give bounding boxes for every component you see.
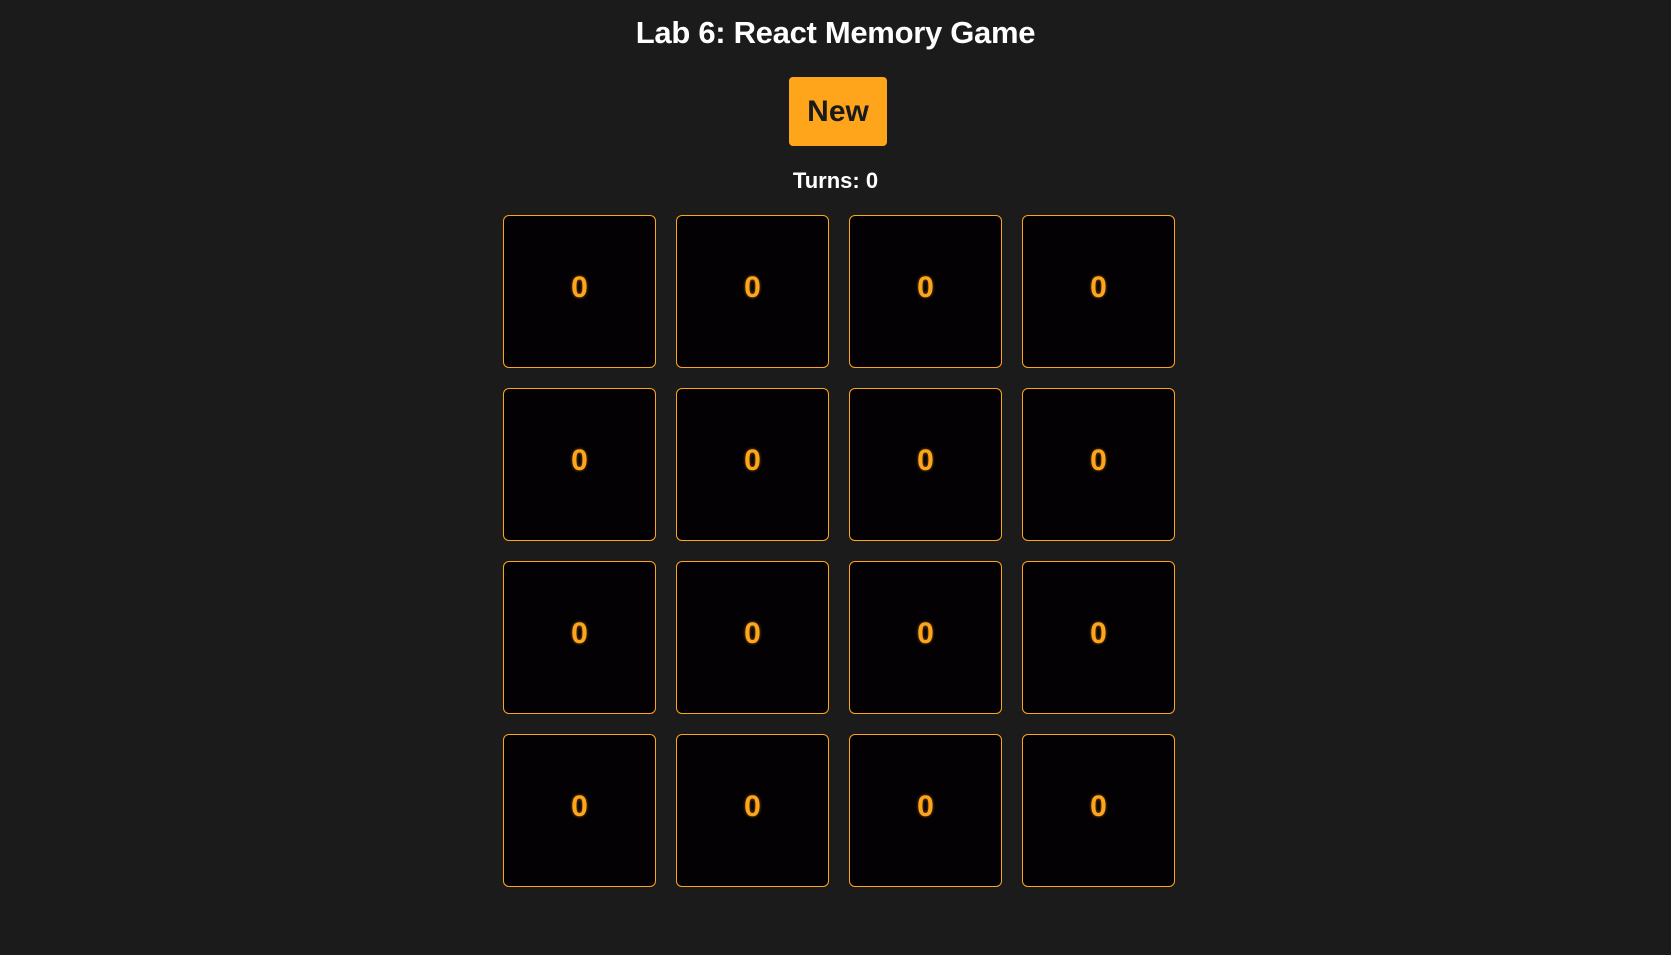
card-back-glyph: 0 (744, 616, 761, 650)
card-back-glyph: 0 (1090, 789, 1107, 823)
card-back-glyph: 0 (917, 616, 934, 650)
new-game-button[interactable]: New (789, 77, 887, 146)
card[interactable]: 0 (676, 215, 829, 368)
card[interactable]: 0 (503, 734, 656, 887)
card[interactable]: 0 (1022, 215, 1175, 368)
card[interactable]: 0 (849, 734, 1002, 887)
card-back-glyph: 0 (1090, 443, 1107, 477)
card[interactable]: 0 (849, 561, 1002, 714)
card-back-glyph: 0 (571, 789, 588, 823)
card-back-glyph: 0 (744, 443, 761, 477)
card-back-glyph: 0 (917, 789, 934, 823)
card[interactable]: 0 (676, 561, 829, 714)
card[interactable]: 0 (676, 734, 829, 887)
card[interactable]: 0 (1022, 734, 1175, 887)
card-back-glyph: 0 (571, 616, 588, 650)
page-title: Lab 6: React Memory Game (635, 15, 1036, 50)
card[interactable]: 0 (503, 388, 656, 541)
card-back-glyph: 0 (1090, 270, 1107, 304)
card-back-glyph: 0 (571, 443, 588, 477)
card[interactable]: 0 (849, 388, 1002, 541)
card[interactable]: 0 (849, 215, 1002, 368)
card[interactable]: 0 (503, 215, 656, 368)
memory-game-app: Lab 6: React Memory Game New Turns: 0 0 … (0, 0, 1671, 955)
card-back-glyph: 0 (571, 270, 588, 304)
card-back-glyph: 0 (917, 443, 934, 477)
card-back-glyph: 0 (1090, 616, 1107, 650)
card[interactable]: 0 (676, 388, 829, 541)
card-grid: 0 0 0 0 0 0 0 0 0 0 0 0 0 0 0 0 (503, 215, 1175, 887)
card[interactable]: 0 (1022, 561, 1175, 714)
turns-counter: Turns: 0 (792, 168, 879, 193)
card-back-glyph: 0 (744, 270, 761, 304)
card[interactable]: 0 (503, 561, 656, 714)
card[interactable]: 0 (1022, 388, 1175, 541)
card-back-glyph: 0 (917, 270, 934, 304)
card-back-glyph: 0 (744, 789, 761, 823)
